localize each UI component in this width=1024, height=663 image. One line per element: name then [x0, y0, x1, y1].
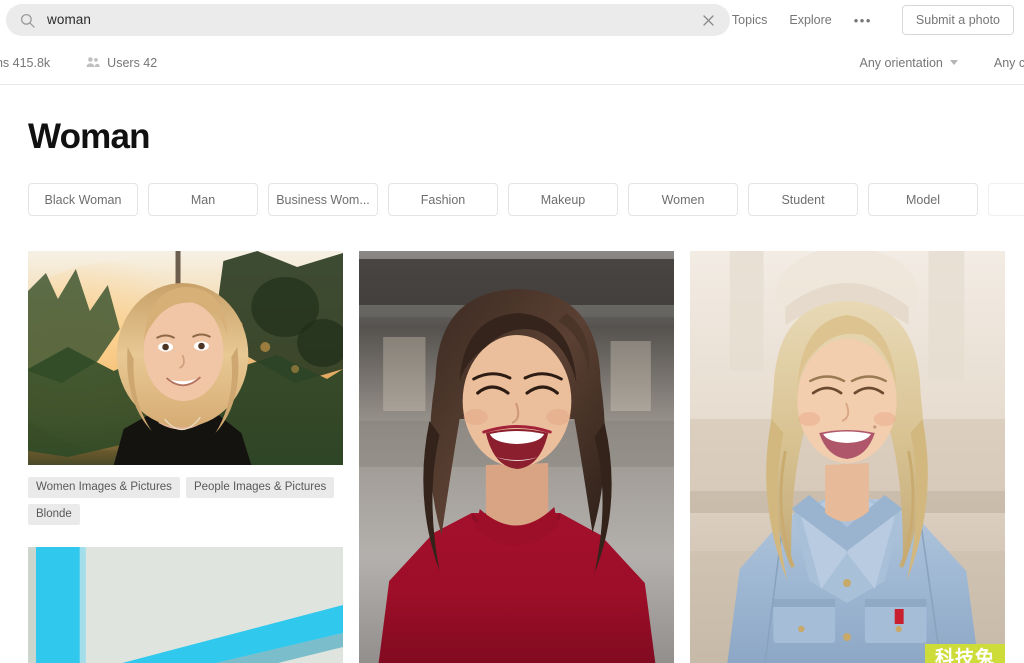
- page-title: Woman: [28, 117, 151, 156]
- collections-label: llections 415.8k: [0, 55, 51, 70]
- orientation-filter[interactable]: Any orientation: [860, 56, 958, 70]
- sub-navigation-bar: llections 415.8k Users 42 Any orientatio…: [0, 40, 1024, 85]
- photo-card-laughing-red-sweater[interactable]: [359, 251, 674, 663]
- grid-column-3: 科技兔: [690, 251, 1005, 663]
- photo-results-grid: Women Images & Pictures People Images & …: [0, 251, 1024, 663]
- chevron-down-icon: [949, 60, 958, 65]
- photo-card-denim-jacket[interactable]: 科技兔: [690, 251, 1005, 663]
- color-filter-label: Any color: [993, 55, 1024, 70]
- photo-image: [28, 251, 343, 465]
- related-tag-chip[interactable]: Hair: [988, 183, 1024, 216]
- related-tag-chip[interactable]: Women: [628, 183, 738, 216]
- related-tags-carousel: Black Woman Man Business Wom... Fashion …: [0, 183, 1024, 219]
- search-clear-button[interactable]: [698, 10, 718, 30]
- orientation-filter-label: Any orientation: [859, 55, 943, 70]
- search-input[interactable]: woman: [47, 4, 698, 36]
- watermark: 科技兔: [924, 644, 1005, 663]
- users-icon: [86, 56, 100, 70]
- color-filter[interactable]: Any color: [994, 56, 1024, 70]
- filter-controls: Any orientation Any color: [824, 40, 1024, 85]
- grid-column-1: Women Images & Pictures People Images & …: [28, 251, 343, 663]
- photo-tag[interactable]: People Images & Pictures: [185, 477, 335, 498]
- submit-a-photo-button[interactable]: Submit a photo: [901, 5, 1014, 35]
- nav-link-topics[interactable]: Topics: [732, 13, 767, 27]
- photo-card-portrait-sunset[interactable]: [28, 251, 343, 465]
- photo-tag[interactable]: Blonde: [28, 504, 80, 525]
- nav-link-explore[interactable]: Explore: [789, 13, 831, 27]
- related-tag-chip[interactable]: Student: [748, 183, 858, 216]
- subnav-item-users[interactable]: Users 42: [86, 56, 157, 70]
- subnav-item-collections[interactable]: llections 415.8k: [0, 56, 50, 70]
- related-tag-chip[interactable]: Black Woman: [28, 183, 138, 216]
- photo-image: [359, 251, 674, 663]
- photo-tag-list: Women Images & Pictures People Images & …: [28, 477, 343, 525]
- related-tag-chip[interactable]: Business Wom...: [268, 183, 378, 216]
- top-search-bar: woman Topics Explore ••• Submit a photo: [0, 0, 1024, 40]
- related-tag-chip[interactable]: Fashion: [388, 183, 498, 216]
- related-tags-row: Black Woman Man Business Wom... Fashion …: [28, 183, 1024, 216]
- grid-column-2: [359, 251, 674, 663]
- search-field[interactable]: woman: [6, 4, 730, 36]
- photo-image: [28, 547, 343, 663]
- photo-card-cyan-stripes[interactable]: [28, 547, 343, 663]
- photo-image: [690, 251, 1005, 663]
- users-label: Users 42: [107, 55, 158, 70]
- related-tag-chip[interactable]: Model: [868, 183, 978, 216]
- related-tag-chip[interactable]: Makeup: [508, 183, 618, 216]
- related-tag-chip[interactable]: Man: [148, 183, 258, 216]
- top-navigation: Topics Explore ••• Submit a photo: [732, 0, 1014, 40]
- photo-tag[interactable]: Women Images & Pictures: [28, 477, 180, 498]
- result-type-tabs: llections 415.8k Users 42: [0, 40, 193, 85]
- search-icon: [20, 13, 35, 28]
- overflow-menu-icon[interactable]: •••: [854, 13, 872, 28]
